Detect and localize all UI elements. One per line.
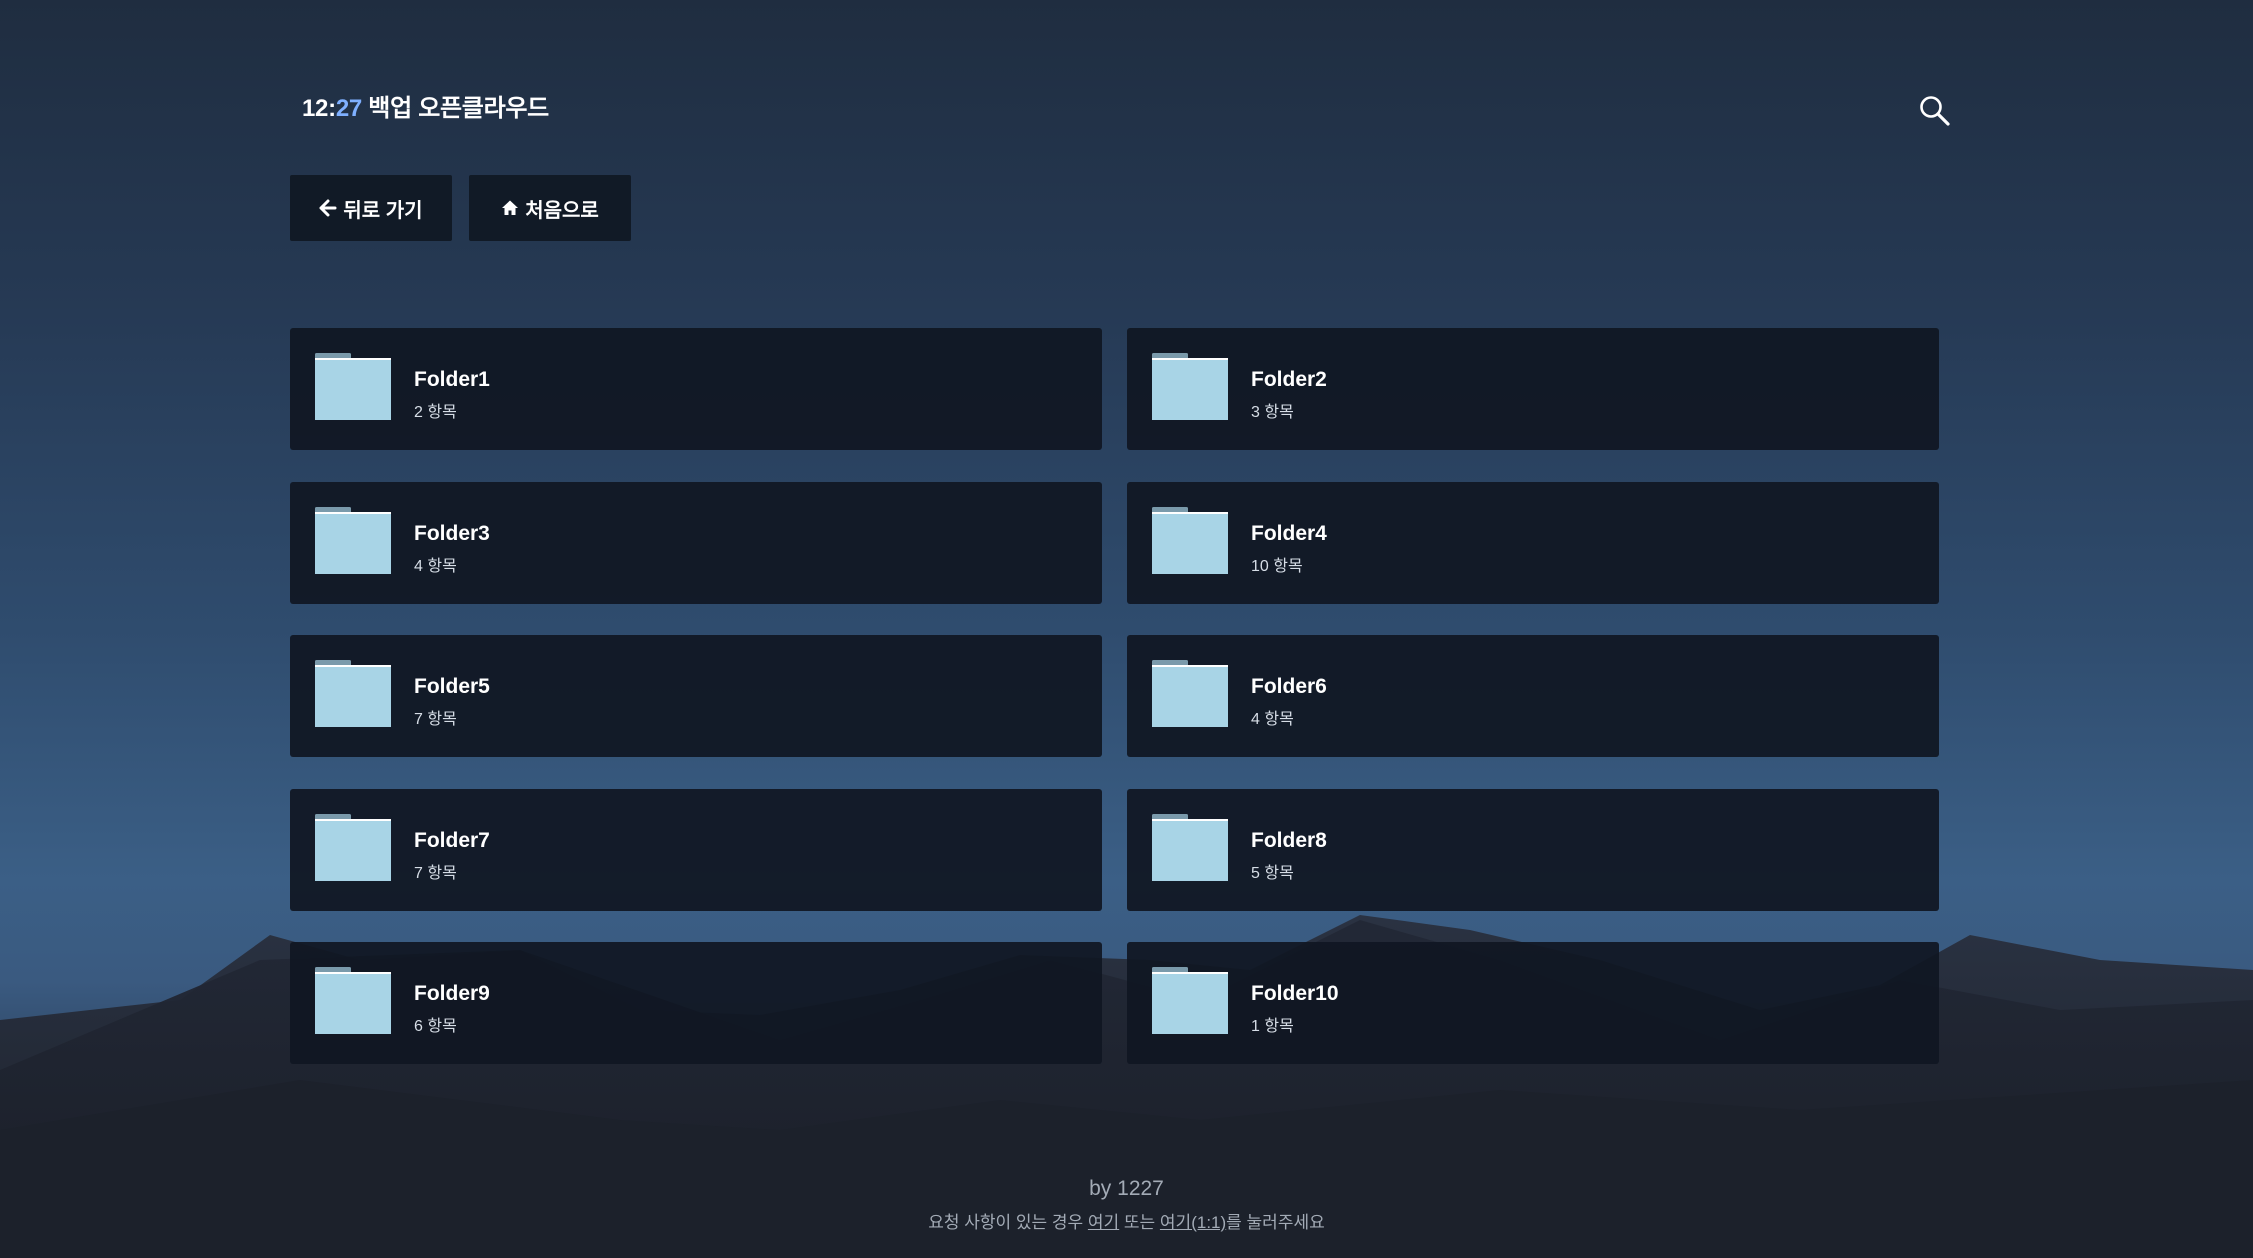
folder-name: Folder7: [414, 829, 490, 852]
folder-item-count: 5 항목: [1251, 865, 1294, 882]
clock-minutes: 27: [335, 95, 362, 122]
folder-card[interactable]: Folder2 3 항목: [1127, 328, 1939, 450]
folder-card[interactable]: Folder3 4 항목: [290, 482, 1102, 604]
folder-card[interactable]: Folder6 4 항목: [1127, 635, 1939, 757]
folder-icon: [315, 507, 391, 574]
footer-note-prefix: 요청 사항이 있는 경우: [928, 1213, 1088, 1232]
folder-name: Folder8: [1251, 829, 1327, 852]
folder-item-count: 1 항목: [1251, 1018, 1294, 1035]
folder-item-count: 4 항목: [1251, 711, 1294, 728]
footer-note: 요청 사항이 있는 경우 여기 또는 여기(1:1)를 눌러주세요: [0, 1208, 2253, 1233]
folder-card[interactable]: Folder1 2 항목: [290, 328, 1102, 450]
folder-icon: [1152, 353, 1228, 420]
home-button[interactable]: 처음으로: [469, 175, 631, 241]
site-title: 백업 오픈클라우드: [368, 95, 549, 122]
folder-card[interactable]: Folder9 6 항목: [290, 942, 1102, 1064]
folder-name: Folder5: [414, 675, 490, 698]
folder-item-count: 6 항목: [414, 1018, 457, 1035]
folder-card[interactable]: Folder5 7 항목: [290, 635, 1102, 757]
folder-name: Folder6: [1251, 675, 1327, 698]
back-button[interactable]: 뒤로 가기: [290, 175, 452, 241]
one-on-one-link[interactable]: 여기(1:1): [1160, 1213, 1226, 1232]
folder-icon: [1152, 507, 1228, 574]
footer-note-middle: 또는: [1119, 1213, 1160, 1232]
folder-icon: [1152, 660, 1228, 727]
footer-note-suffix: 를 눌러주세요: [1226, 1213, 1325, 1232]
folder-icon: [315, 353, 391, 420]
request-link[interactable]: 여기: [1088, 1213, 1119, 1232]
folder-icon: [1152, 814, 1228, 881]
folder-card[interactable]: Folder10 1 항목: [1127, 942, 1939, 1064]
folder-item-count: 3 항목: [1251, 404, 1294, 421]
folder-icon: [315, 967, 391, 1034]
folder-item-count: 7 항목: [414, 865, 457, 882]
clock-hours: 12: [302, 95, 329, 122]
folder-name: Folder10: [1251, 982, 1339, 1005]
folder-card[interactable]: Folder4 10 항목: [1127, 482, 1939, 604]
footer-author: by 1227: [1089, 1177, 1164, 1200]
folder-icon: [315, 814, 391, 881]
folder-card[interactable]: Folder7 7 항목: [290, 789, 1102, 911]
home-icon: [502, 200, 519, 215]
folder-item-count: 4 항목: [414, 558, 457, 575]
folder-name: Folder1: [414, 368, 490, 391]
back-button-label: 뒤로 가기: [343, 199, 423, 222]
folder-name: Folder2: [1251, 368, 1327, 391]
folder-icon: [1152, 967, 1228, 1034]
folder-item-count: 10 항목: [1251, 558, 1303, 575]
folder-icon: [315, 660, 391, 727]
folder-name: Folder9: [414, 982, 490, 1005]
folder-name: Folder3: [414, 522, 490, 545]
search-button[interactable]: [1918, 94, 1952, 128]
folder-card[interactable]: Folder8 5 항목: [1127, 789, 1939, 911]
folder-name: Folder4: [1251, 522, 1327, 545]
folder-item-count: 7 항목: [414, 711, 457, 728]
page-title: 12:27 백업 오픈클라우드: [302, 88, 549, 123]
arrow-left-icon: [319, 199, 337, 217]
folder-item-count: 2 항목: [414, 404, 457, 421]
clock-colon: :: [328, 95, 336, 122]
search-icon: [1920, 96, 1950, 126]
home-button-label: 처음으로: [525, 199, 599, 222]
